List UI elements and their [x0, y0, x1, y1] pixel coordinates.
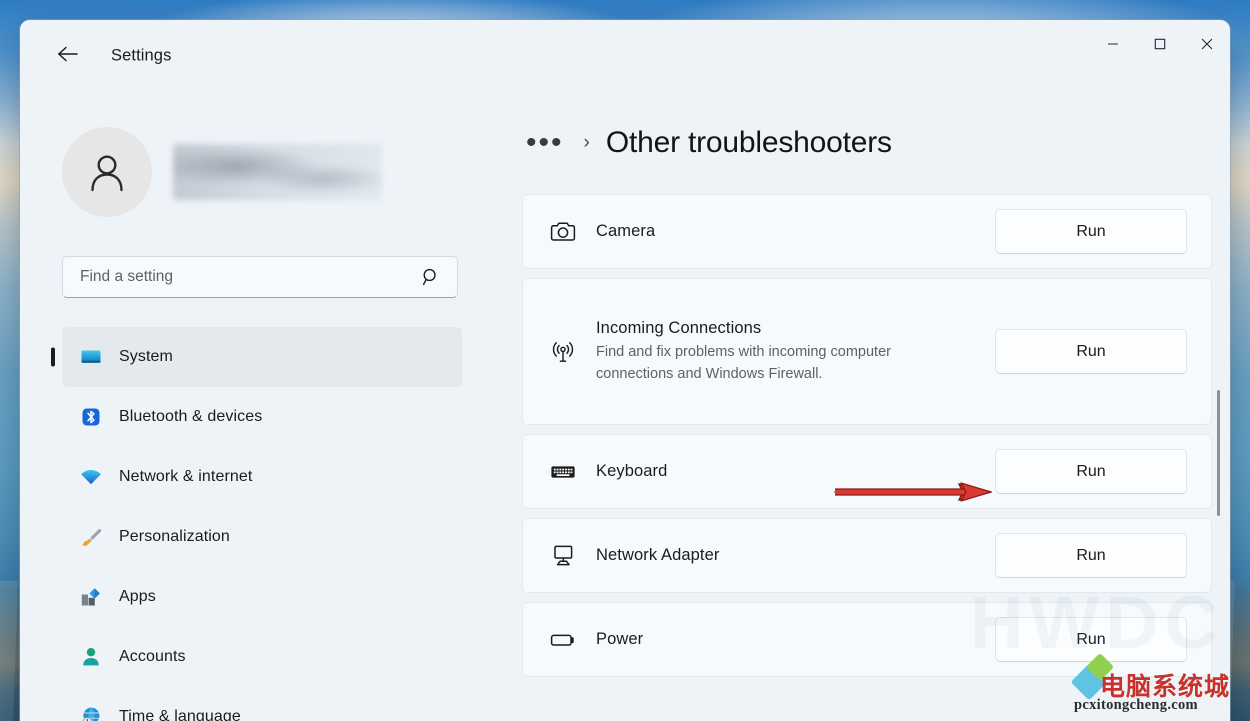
- account-name-redacted: [173, 144, 382, 200]
- sidebar-item-network-internet[interactable]: Network & internet: [62, 447, 462, 507]
- run-button-power[interactable]: Run: [995, 617, 1187, 662]
- avatar: [62, 127, 152, 217]
- back-button[interactable]: [47, 36, 87, 76]
- search-placeholder: Find a setting: [80, 268, 174, 285]
- close-icon: [1201, 38, 1212, 50]
- breadcrumb-overflow-button[interactable]: •••: [522, 128, 568, 158]
- settings-window: Settings Find a setting System Bluetooth…: [20, 20, 1230, 721]
- page-title: Other troubleshooters: [605, 126, 892, 159]
- chevron-right-icon: ›: [583, 132, 590, 153]
- sidebar-item-label: System: [119, 348, 173, 365]
- window-title: Settings: [111, 46, 172, 65]
- run-button-keyboard[interactable]: Run: [995, 449, 1187, 494]
- sidebar-item-apps[interactable]: Apps: [62, 567, 462, 627]
- sidebar-item-time-language[interactable]: Time & language: [62, 687, 462, 721]
- troubleshooter-row-network-adapter[interactable]: Network Adapter Run: [522, 518, 1212, 593]
- troubleshooter-row-camera[interactable]: Camera Run: [522, 194, 1212, 269]
- sidebar-item-label: Accounts: [119, 648, 186, 665]
- sidebar-item-label: Time & language: [119, 708, 241, 721]
- battery-icon: [549, 626, 583, 654]
- sidebar-item-label: Apps: [119, 588, 156, 605]
- keyboard-icon: [549, 458, 583, 486]
- troubleshooter-row-incoming-connections[interactable]: Incoming Connections Find and fix proble…: [522, 278, 1212, 425]
- broadcast-icon: [549, 338, 583, 366]
- sidebar-nav-list: System Bluetooth & devices Network & int…: [20, 327, 482, 721]
- run-button-network-adapter[interactable]: Run: [995, 533, 1187, 578]
- account-block[interactable]: [62, 127, 382, 217]
- sidebar-item-label: Network & internet: [119, 468, 253, 485]
- troubleshooter-description: Find and fix problems with incoming comp…: [596, 343, 891, 382]
- monitor-icon: [79, 345, 103, 369]
- camera-icon: [549, 218, 583, 246]
- minimize-icon: [1107, 43, 1118, 45]
- run-button-camera[interactable]: Run: [995, 209, 1187, 254]
- back-arrow-icon: [57, 46, 78, 67]
- window-caption-buttons: [1089, 20, 1230, 68]
- clock-globe-icon: [79, 705, 103, 721]
- content-scrollbar[interactable]: [1217, 390, 1220, 516]
- sidebar-item-bluetooth-devices[interactable]: Bluetooth & devices: [62, 387, 462, 447]
- maximize-button[interactable]: [1136, 20, 1183, 68]
- sidebar-item-accounts[interactable]: Accounts: [62, 627, 462, 687]
- troubleshooter-text: Keyboard: [583, 462, 995, 481]
- troubleshooter-name: Camera: [596, 222, 656, 240]
- close-button[interactable]: [1183, 20, 1230, 68]
- wifi-icon: [79, 465, 103, 489]
- troubleshooter-text: Power: [583, 630, 995, 649]
- title-bar: Settings: [20, 20, 1230, 88]
- run-button-incoming-connections[interactable]: Run: [995, 329, 1187, 374]
- troubleshooter-name: Incoming Connections: [596, 318, 762, 337]
- accounts-icon: [79, 645, 103, 669]
- minimize-button[interactable]: [1089, 20, 1136, 68]
- person-avatar-icon: [91, 155, 123, 192]
- troubleshooter-text: Camera: [583, 222, 995, 241]
- troubleshooter-list: Camera Run Incoming Connections Find and…: [522, 194, 1212, 686]
- troubleshooter-text: Incoming Connections Find and fix proble…: [583, 316, 995, 388]
- sidebar-item-system[interactable]: System: [62, 327, 462, 387]
- paintbrush-icon: [79, 525, 103, 549]
- sidebar-item-label: Personalization: [119, 528, 230, 545]
- apps-icon: [79, 585, 103, 609]
- bluetooth-icon: [79, 405, 103, 429]
- maximize-icon: [1154, 38, 1165, 50]
- troubleshooter-row-keyboard[interactable]: Keyboard Run: [522, 434, 1212, 509]
- troubleshooter-name: Power: [596, 630, 644, 648]
- sidebar-item-personalization[interactable]: Personalization: [62, 507, 462, 567]
- troubleshooter-name: Network Adapter: [596, 546, 720, 564]
- sidebar-item-label: Bluetooth & devices: [119, 408, 263, 425]
- troubleshooter-text: Network Adapter: [583, 546, 995, 565]
- troubleshooter-name: Keyboard: [596, 462, 668, 480]
- breadcrumb: ••• › Other troubleshooters: [522, 126, 892, 160]
- search-input[interactable]: Find a setting: [62, 256, 458, 298]
- content-pane: ••• › Other troubleshooters Camera Run I…: [482, 88, 1230, 721]
- sidebar: Find a setting System Bluetooth & device…: [20, 88, 482, 721]
- troubleshooter-row-power[interactable]: Power Run: [522, 602, 1212, 677]
- network-adapter-icon: [549, 542, 583, 570]
- search-icon: [421, 267, 457, 287]
